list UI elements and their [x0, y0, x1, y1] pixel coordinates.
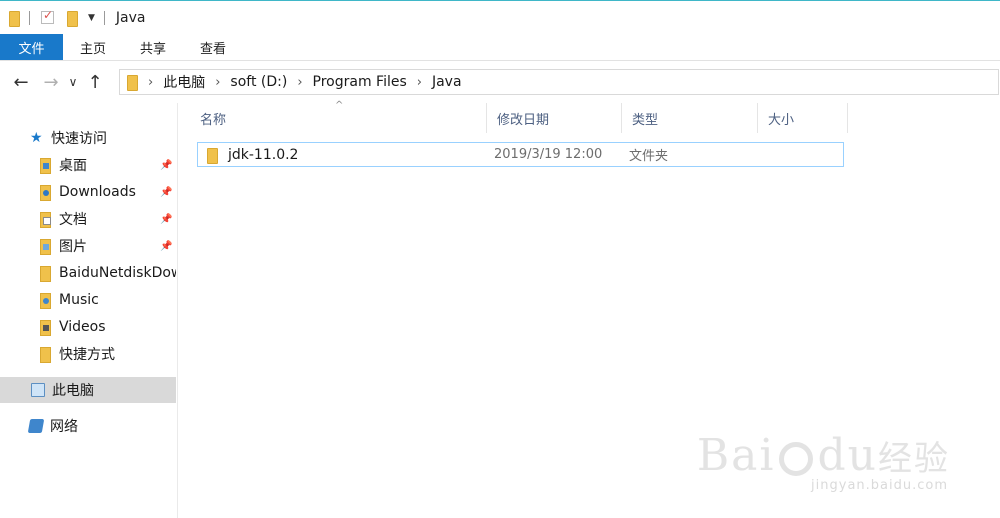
breadcrumb-separator[interactable]: › — [297, 75, 302, 90]
forward-arrow-icon[interactable]: → — [38, 72, 64, 93]
column-header-name[interactable]: 名称 — [190, 103, 487, 133]
sidebar-item-baidunetdisk[interactable]: BaiduNetdiskDow — [0, 260, 176, 286]
sidebar-item-label: Downloads — [59, 184, 136, 200]
title-bar: ▼ Java — [0, 0, 1000, 34]
recent-locations-icon[interactable]: ∨ — [64, 75, 82, 89]
folder-icon — [206, 147, 218, 164]
network-icon — [27, 419, 45, 433]
sidebar-item-label: 快速访问 — [51, 131, 107, 147]
star-icon: ★ — [30, 130, 43, 146]
watermark-url: jingyan.baidu.com — [811, 478, 948, 493]
table-row[interactable]: jdk-11.0.2 2019/3/19 12:00 文件夹 — [197, 142, 844, 167]
folder-icon — [126, 75, 138, 91]
tab-share[interactable]: 共享 — [123, 34, 183, 60]
downloads-folder-icon — [38, 185, 52, 201]
folder-icon — [8, 10, 20, 27]
sidebar-item-quick-access[interactable]: ★ 快速访问 — [0, 125, 176, 151]
sidebar-item-label: 图片 — [59, 239, 87, 255]
breadcrumb-soft-d[interactable]: soft (D:) — [230, 74, 287, 90]
tab-view[interactable]: 查看 — [183, 34, 243, 60]
column-header-modified[interactable]: 修改日期 — [487, 103, 622, 133]
sidebar-item-shortcuts[interactable]: 快捷方式 — [0, 341, 176, 367]
watermark-text: Bai — [696, 430, 776, 481]
sidebar-item-desktop[interactable]: 桌面 📌 — [0, 152, 176, 178]
sidebar-item-music[interactable]: Music — [0, 287, 176, 313]
sidebar-item-label: 文档 — [59, 212, 87, 228]
chevron-down-icon[interactable]: ▼ — [88, 13, 95, 23]
file-type: 文件夹 — [629, 149, 669, 164]
sidebar-item-label: Videos — [59, 319, 106, 335]
watermark-text: du — [817, 430, 878, 481]
breadcrumb-separator[interactable]: › — [417, 75, 422, 90]
sidebar-item-downloads[interactable]: Downloads 📌 — [0, 179, 176, 205]
ribbon-tabs: 文件 主页 共享 查看 — [0, 34, 1000, 61]
music-folder-icon — [38, 293, 52, 309]
properties-icon[interactable] — [41, 8, 54, 24]
breadcrumb-this-pc[interactable]: 此电脑 — [163, 72, 205, 92]
pictures-folder-icon — [38, 239, 52, 255]
tab-home[interactable]: 主页 — [63, 34, 123, 60]
quick-access-toolbar: ▼ — [8, 1, 114, 35]
pin-icon[interactable]: 📌 — [160, 241, 172, 252]
sidebar-item-pictures[interactable]: 图片 📌 — [0, 233, 176, 259]
breadcrumb-program-files[interactable]: Program Files — [313, 74, 407, 90]
window-title: Java — [115, 9, 146, 26]
pin-icon[interactable]: 📌 — [160, 187, 172, 198]
sidebar-item-label: 快捷方式 — [59, 347, 115, 363]
sidebar-item-label: BaiduNetdiskDow — [59, 265, 176, 281]
file-modified-date: 2019/3/19 12:00 — [494, 147, 603, 162]
new-folder-icon[interactable] — [66, 10, 78, 27]
watermark-text: 经验 — [878, 439, 950, 479]
paw-icon — [779, 441, 814, 476]
navigation-pane: ★ 快速访问 桌面 📌 Downloads 📌 文档 📌 图片 📌 BaiduN… — [0, 103, 178, 518]
breadcrumb-separator[interactable]: › — [215, 75, 220, 90]
folder-icon — [38, 347, 52, 363]
videos-folder-icon — [38, 320, 52, 336]
tab-file[interactable]: 文件 — [0, 34, 63, 60]
sidebar-item-label: 网络 — [50, 419, 78, 435]
breadcrumb-java[interactable]: Java — [432, 74, 462, 90]
up-arrow-icon[interactable]: ↑ — [82, 72, 108, 93]
sidebar-item-label: 此电脑 — [52, 383, 94, 399]
file-name[interactable]: jdk-11.0.2 — [228, 147, 298, 163]
address-bar[interactable]: › 此电脑 › soft (D:) › Program Files › Java — [119, 69, 999, 95]
folder-icon — [38, 266, 52, 282]
column-header-type[interactable]: 类型 — [622, 103, 758, 133]
breadcrumb-separator[interactable]: › — [148, 75, 153, 90]
pin-icon[interactable]: 📌 — [160, 160, 172, 171]
navigation-bar: ← → ∨ ↑ › 此电脑 › soft (D:) › Program File… — [0, 61, 1000, 103]
toolbar-divider — [29, 10, 30, 25]
toolbar-divider — [103, 10, 105, 25]
baidu-watermark: Bai du经验 — [697, 430, 950, 481]
back-arrow-icon[interactable]: ← — [8, 72, 34, 93]
documents-folder-icon — [38, 212, 52, 228]
column-header-size[interactable]: 大小 — [758, 103, 848, 133]
sidebar-item-videos[interactable]: Videos — [0, 314, 176, 340]
sidebar-item-this-pc[interactable]: 此电脑 — [0, 377, 176, 403]
sidebar-item-label: 桌面 — [59, 158, 87, 174]
desktop-folder-icon — [38, 158, 52, 174]
sidebar-item-label: Music — [59, 292, 99, 308]
pin-icon[interactable]: 📌 — [160, 214, 172, 225]
sidebar-item-network[interactable]: 网络 — [0, 413, 176, 439]
computer-icon — [31, 383, 45, 397]
sidebar-item-documents[interactable]: 文档 📌 — [0, 206, 176, 232]
